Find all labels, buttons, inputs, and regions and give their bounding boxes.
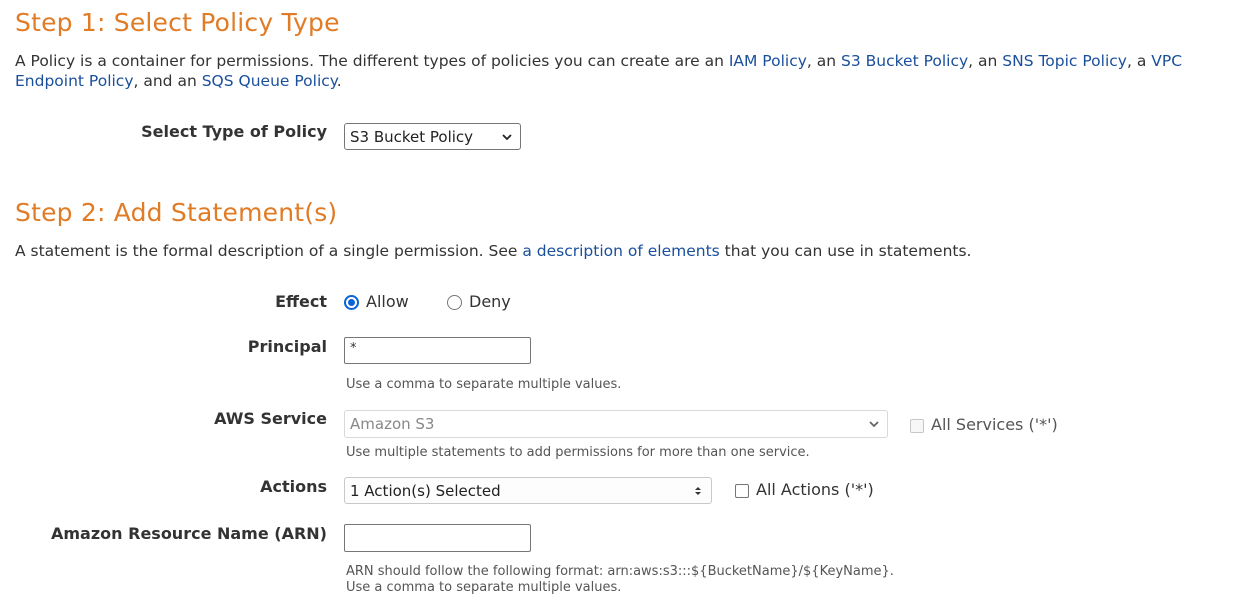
description-of-elements-link[interactable]: a description of elements <box>522 242 719 260</box>
iam-policy-link[interactable]: IAM Policy <box>729 52 807 70</box>
all-services-label: All Services ('*') <box>931 415 1058 434</box>
arn-input[interactable] <box>344 524 531 552</box>
actions-label: Actions <box>260 477 327 496</box>
updown-arrows-icon <box>695 486 701 495</box>
aws-service-hint: Use multiple statements to add permissio… <box>346 445 810 460</box>
principal-input[interactable]: * <box>344 337 531 364</box>
aws-service-label: AWS Service <box>214 409 327 428</box>
step1-heading: Step 1: Select Policy Type <box>15 8 340 37</box>
chevron-down-icon <box>502 133 512 140</box>
principal-value: * <box>350 341 357 356</box>
arn-hint-comma: Use a comma to separate multiple values. <box>346 580 622 595</box>
actions-value: 1 Action(s) Selected <box>350 481 501 500</box>
effect-label: Effect <box>275 292 327 311</box>
effect-allow-radio[interactable] <box>344 295 359 310</box>
step2-heading: Step 2: Add Statement(s) <box>15 198 338 227</box>
arn-hint-format: ARN should follow the following format: … <box>346 564 894 579</box>
all-services-checkbox[interactable] <box>910 419 924 433</box>
policy-type-label: Select Type of Policy <box>141 122 327 141</box>
arn-label: Amazon Resource Name (ARN) <box>51 524 327 543</box>
all-actions-label[interactable]: All Actions ('*') <box>756 480 874 499</box>
policy-type-value: S3 Bucket Policy <box>350 127 474 146</box>
aws-service-select[interactable]: Amazon S3 <box>344 410 888 438</box>
chevron-down-icon <box>869 421 879 428</box>
aws-service-value: Amazon S3 <box>350 415 435 433</box>
effect-deny-label[interactable]: Deny <box>469 292 511 311</box>
effect-deny-radio[interactable] <box>447 295 462 310</box>
principal-label: Principal <box>247 337 327 356</box>
principal-hint: Use a comma to separate multiple values. <box>346 377 622 392</box>
actions-select[interactable]: 1 Action(s) Selected <box>344 477 712 504</box>
step2-description: A statement is the formal description of… <box>15 242 972 260</box>
step1-description: A Policy is a container for permissions.… <box>15 52 1183 90</box>
effect-allow-label[interactable]: Allow <box>366 292 409 311</box>
all-actions-checkbox[interactable] <box>735 484 749 498</box>
policy-type-select[interactable]: S3 Bucket Policy <box>344 123 521 150</box>
sns-topic-policy-link[interactable]: SNS Topic Policy <box>1002 52 1127 70</box>
sqs-queue-policy-link[interactable]: SQS Queue Policy <box>202 72 337 90</box>
s3-bucket-policy-link[interactable]: S3 Bucket Policy <box>841 52 968 70</box>
